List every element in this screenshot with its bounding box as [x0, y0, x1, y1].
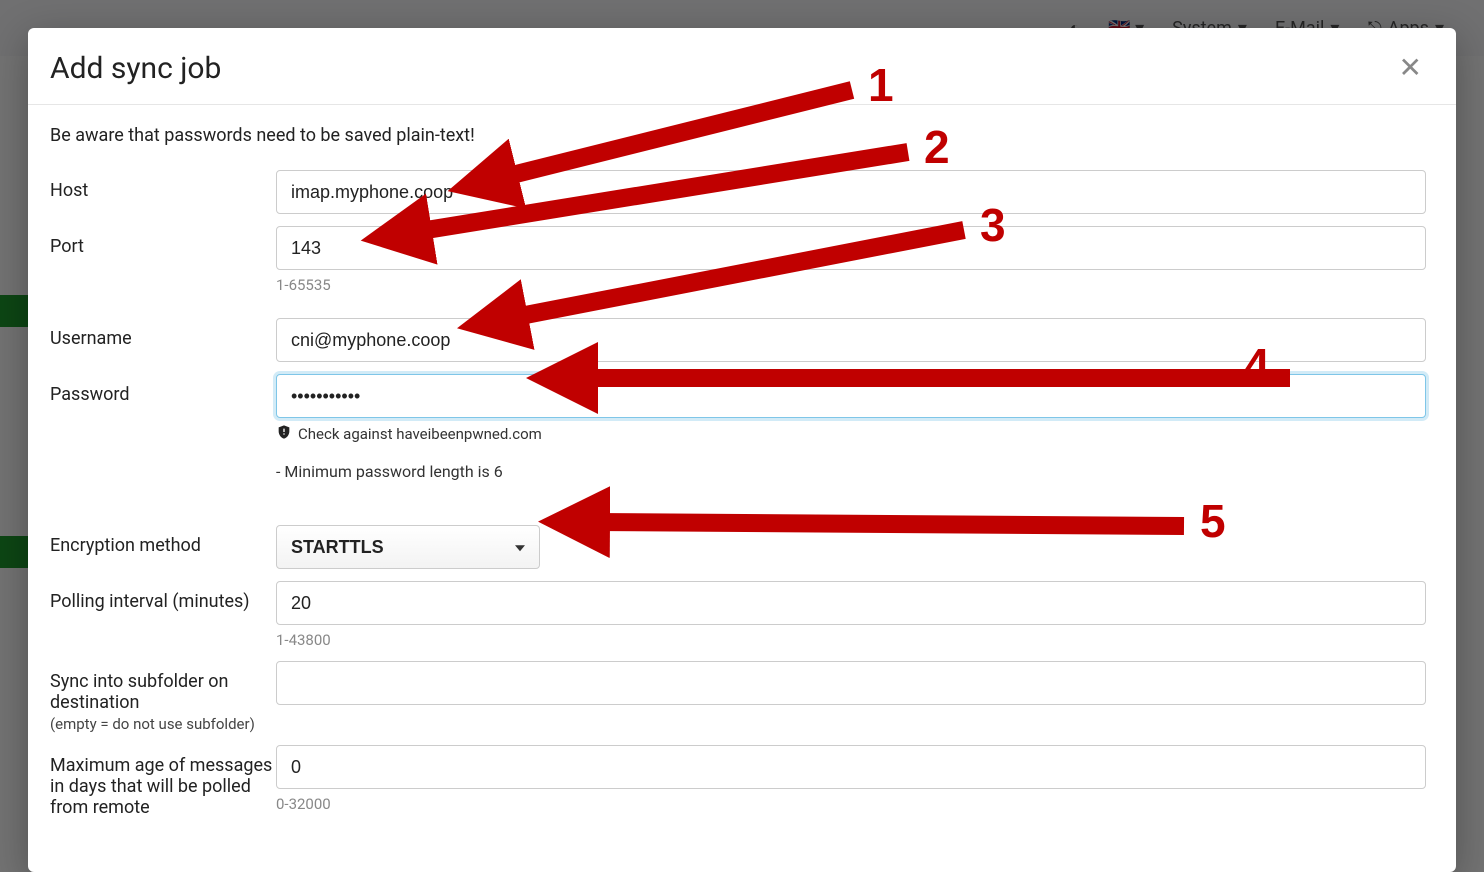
row-maxage: Maximum age of messages in days that wil… — [50, 745, 1426, 818]
subfolder-sublabel: (empty = do not use subfolder) — [50, 715, 276, 733]
username-input[interactable] — [276, 318, 1426, 362]
subfolder-input[interactable] — [276, 661, 1426, 705]
host-input[interactable] — [276, 170, 1426, 214]
add-sync-job-modal: Add sync job ✕ Be aware that passwords n… — [28, 28, 1456, 872]
password-label: Password — [50, 384, 130, 405]
modal-body: Be aware that passwords need to be saved… — [28, 105, 1456, 872]
port-label: Port — [50, 236, 84, 257]
username-label: Username — [50, 328, 132, 349]
polling-helper: 1-43800 — [276, 631, 1426, 649]
port-input[interactable] — [276, 226, 1426, 270]
row-polling: Polling interval (minutes) 1-43800 — [50, 581, 1426, 649]
port-helper: 1-65535 — [276, 276, 1426, 294]
maxage-input[interactable] — [276, 745, 1426, 789]
row-subfolder: Sync into subfolder on destination (empt… — [50, 661, 1426, 733]
password-min-length: - Minimum password length is 6 — [276, 462, 1426, 481]
shield-icon — [276, 424, 292, 444]
row-username: Username — [50, 318, 1426, 362]
password-input[interactable] — [276, 374, 1426, 418]
polling-input[interactable] — [276, 581, 1426, 625]
encryption-label: Encryption method — [50, 535, 201, 556]
close-button[interactable]: ✕ — [1395, 50, 1426, 86]
password-hibp-check[interactable]: Check against haveibeenpwned.com — [276, 424, 1426, 444]
polling-label: Polling interval (minutes) — [50, 591, 250, 612]
row-host: Host — [50, 170, 1426, 214]
subfolder-label: Sync into subfolder on destination — [50, 671, 228, 713]
modal-header: Add sync job ✕ — [28, 28, 1456, 105]
row-port: Port 1-65535 — [50, 226, 1426, 294]
password-hibp-text: Check against haveibeenpwned.com — [298, 425, 542, 443]
maxage-helper: 0-32000 — [276, 795, 1426, 813]
modal-title: Add sync job — [50, 51, 221, 86]
row-password: Password Check against haveibeenpwned.co… — [50, 374, 1426, 489]
row-encryption: Encryption method STARTTLS — [50, 525, 1426, 569]
plaintext-warning: Be aware that passwords need to be saved… — [50, 125, 1426, 146]
encryption-value: STARTTLS — [291, 537, 384, 557]
host-label: Host — [50, 180, 88, 201]
maxage-label: Maximum age of messages in days that wil… — [50, 755, 272, 818]
close-icon: ✕ — [1399, 52, 1422, 83]
encryption-select[interactable]: STARTTLS — [276, 525, 540, 569]
